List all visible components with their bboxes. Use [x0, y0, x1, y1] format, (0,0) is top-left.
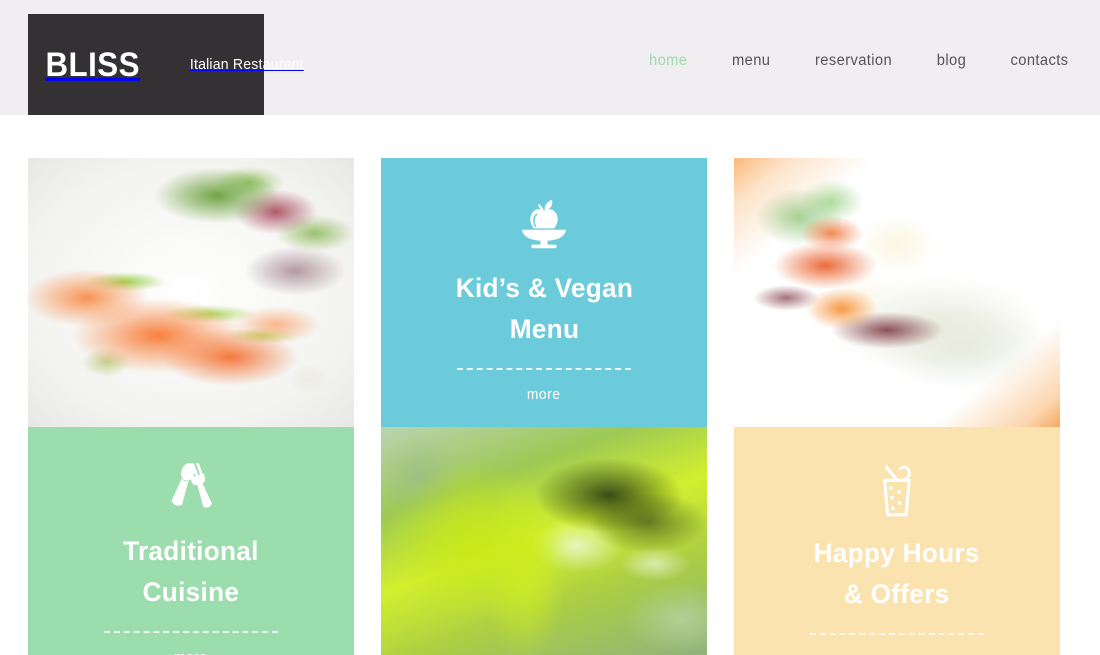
grid-column-2: Kid’s & Vegan Menu more	[381, 158, 707, 655]
panel-title: Kid’s & Vegan Menu	[455, 273, 633, 345]
spoon-fork-icon	[160, 463, 222, 517]
panel-more-link[interactable]: more	[527, 387, 561, 403]
logo-tagline: Italian Restaurant	[189, 56, 304, 73]
nav-item-contacts[interactable]: contacts	[1011, 52, 1069, 70]
site-logo[interactable]: BLISS Italian Restaurant	[28, 14, 303, 115]
panel-divider	[457, 368, 631, 371]
nav-item-home[interactable]: home	[649, 52, 687, 70]
main-navigation: home menu reservation blog contacts	[606, 52, 1070, 70]
panel-divider	[104, 631, 278, 634]
nav-item-menu[interactable]: menu	[732, 52, 770, 70]
photo-salmon-avocado-dish	[28, 158, 354, 427]
grid-column-1: TraditionalCuisine more	[28, 158, 354, 655]
photo-green-herb-macro	[381, 427, 707, 655]
panel-more-link[interactable]: more	[174, 650, 208, 655]
nav-item-reservation[interactable]: reservation	[815, 52, 892, 70]
panel-title: Traditional Cuisine	[123, 536, 259, 608]
site-header: BLISS Italian Restaurant home menu reser…	[0, 0, 1100, 115]
teaser-grid: TraditionalCuisine more Kid’s & VeganMen…	[28, 158, 1062, 655]
grid-column-3: Happy Hours& Offers more	[734, 158, 1060, 655]
teaser-panel-happy-hours-offers[interactable]: Happy Hours& Offers more	[734, 427, 1060, 655]
nav-item-blog[interactable]: blog	[937, 52, 966, 70]
panel-divider	[810, 633, 984, 636]
teaser-panel-traditional-cuisine[interactable]: TraditionalCuisine more	[28, 427, 354, 655]
logo-brand-name: BLISS	[45, 45, 140, 84]
teaser-panel-kids-vegan-menu[interactable]: Kid’s & Vegan Menu more	[381, 158, 707, 427]
panel-title: Happy Hours & Offers	[813, 538, 981, 610]
cocktail-glass-icon	[866, 463, 928, 519]
apple-on-plate-icon	[513, 194, 575, 254]
photo-seafood-risotto-dish	[734, 158, 1060, 427]
